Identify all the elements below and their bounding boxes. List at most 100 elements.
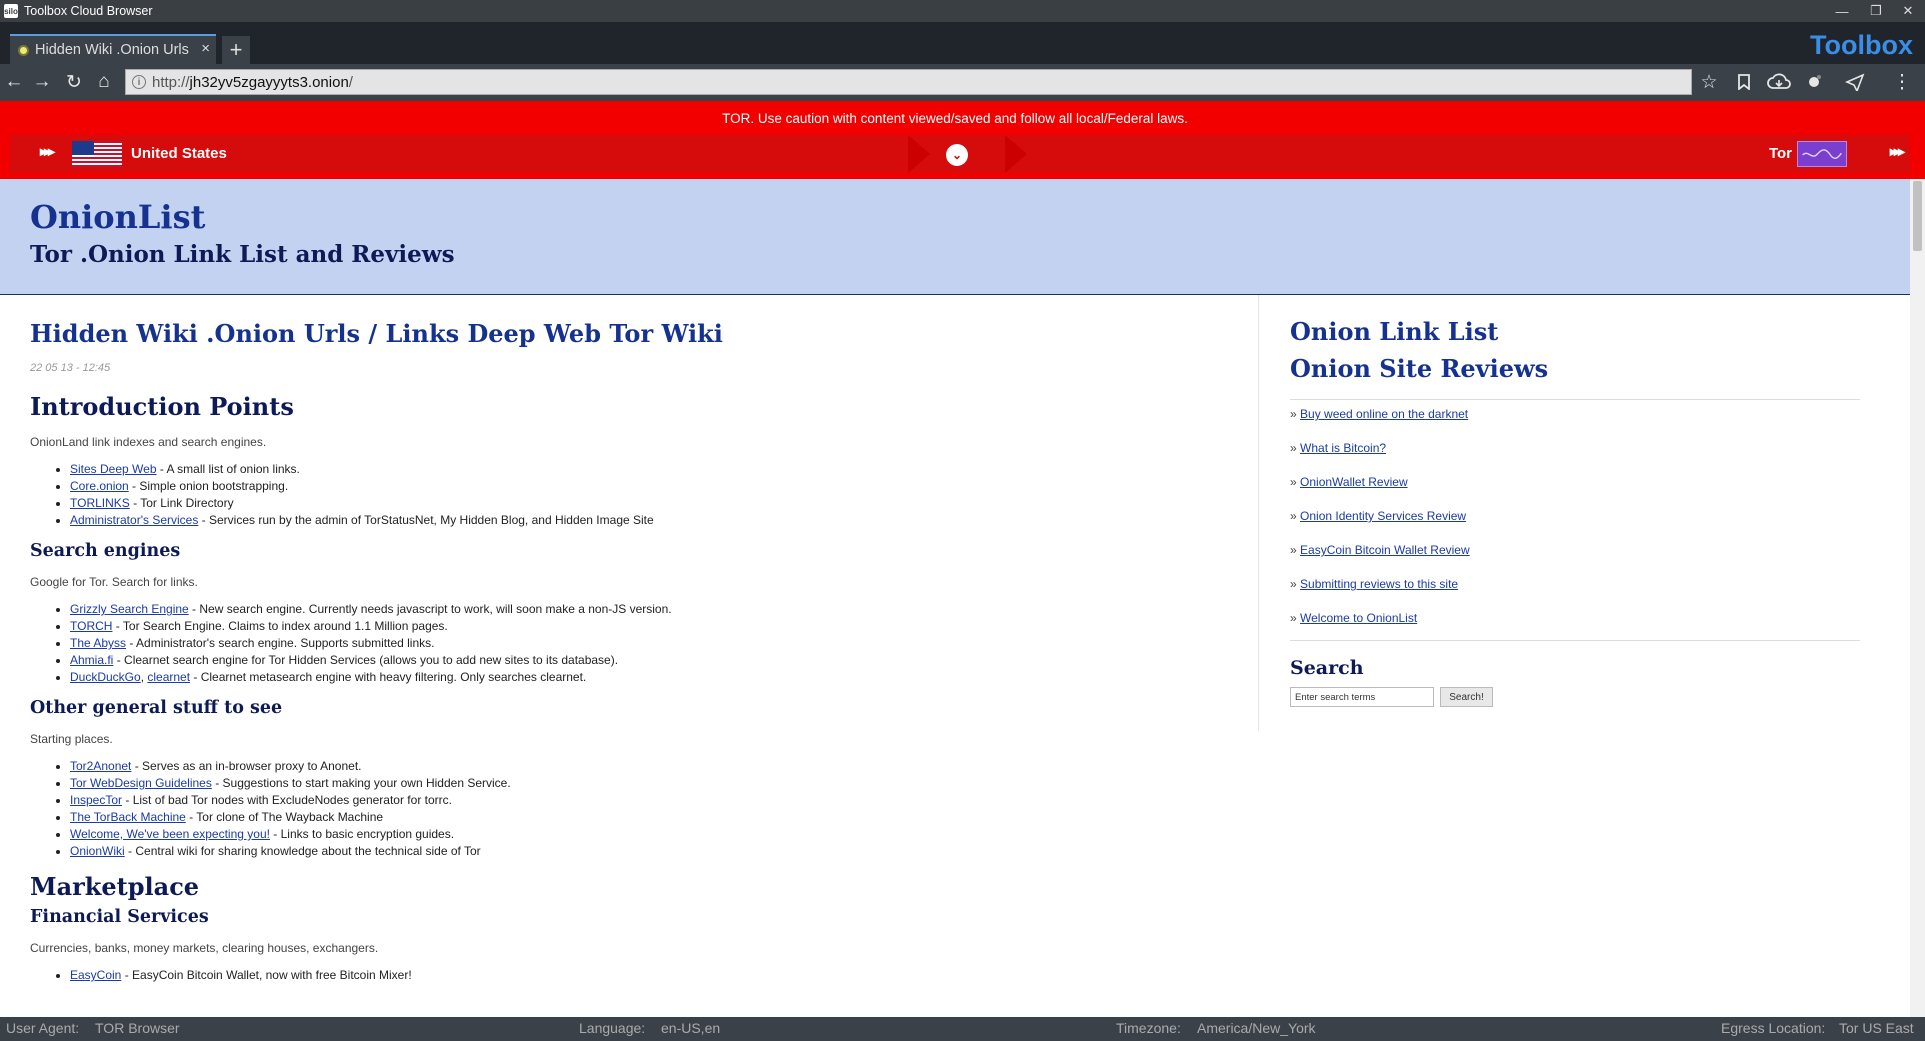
section-heading: Marketplace: [30, 872, 200, 901]
restore-button[interactable]: ❐: [1859, 0, 1893, 22]
sidebar-link[interactable]: Onion Identity Services Review: [1300, 509, 1466, 523]
list-item: Tor WebDesign Guidelines - Suggestions t…: [70, 775, 1250, 792]
address-bar[interactable]: i http:// jh32yv5zgayyyts3.onion /: [125, 69, 1692, 95]
tor-network-icon: [1797, 141, 1847, 167]
onion-link[interactable]: The Abyss: [70, 636, 126, 650]
link-description: - A small list of onion links.: [156, 462, 300, 476]
scrollbar-thumb[interactable]: [1913, 181, 1922, 251]
menu-icon[interactable]: ⋮: [1890, 70, 1914, 94]
sidebar-link[interactable]: Welcome to OnionList: [1300, 611, 1417, 625]
bullet: »: [1290, 407, 1301, 421]
list-item: Welcome, We've been expecting you! - Lin…: [70, 826, 1250, 843]
list-item: OnionWiki - Central wiki for sharing kno…: [70, 843, 1250, 860]
onion-link[interactable]: The TorBack Machine: [70, 810, 186, 824]
sidebar-title[interactable]: Onion Link List: [1290, 313, 1860, 350]
extension-icon[interactable]: [1803, 70, 1827, 94]
onion-link[interactable]: Core.onion: [70, 479, 129, 493]
onion-link[interactable]: TORCH: [70, 619, 112, 633]
location-dropdown-button[interactable]: ⌄: [946, 144, 968, 166]
close-window-button[interactable]: ✕: [1891, 0, 1925, 22]
onion-link[interactable]: Grizzly Search Engine: [70, 602, 189, 616]
section-description: Google for Tor. Search for links.: [30, 575, 198, 589]
search-input[interactable]: [1290, 687, 1434, 707]
link-description: - Links to basic encryption guides.: [269, 827, 455, 841]
article-title[interactable]: Hidden Wiki .Onion Urls / Links Deep Web…: [30, 319, 1250, 348]
sidebar-item: » Welcome to OnionList: [1290, 610, 1860, 644]
site-header: OnionList Tor .Onion Link List and Revie…: [0, 179, 1910, 295]
tab-favicon-icon: [18, 44, 29, 56]
section-heading: Other general stuff to see: [30, 698, 283, 718]
back-button[interactable]: ←: [2, 70, 26, 94]
search-button[interactable]: Search!: [1440, 687, 1493, 707]
bookmark-icon[interactable]: [1732, 70, 1756, 94]
minimize-button[interactable]: —: [1825, 0, 1859, 22]
share-icon[interactable]: [1843, 70, 1867, 94]
star-icon[interactable]: ☆: [1697, 70, 1721, 94]
sidebar-item: » Submitting reviews to this site: [1290, 576, 1860, 610]
cloud-download-icon[interactable]: [1767, 70, 1791, 94]
list-item: Ahmia.fi - Clearnet search engine for To…: [70, 652, 1250, 669]
link-description: - Simple onion bootstrapping.: [128, 479, 289, 493]
url-scheme: http://: [152, 73, 190, 91]
onion-link[interactable]: Tor2Anonet: [70, 759, 131, 773]
reload-button[interactable]: ↻: [62, 70, 86, 94]
url-path: /: [348, 73, 353, 91]
sidebar-link[interactable]: Submitting reviews to this site: [1300, 577, 1458, 591]
sidebar-link[interactable]: OnionWallet Review: [1300, 475, 1408, 489]
section-description: Starting places.: [30, 732, 113, 746]
onion-link[interactable]: Ahmia.fi: [70, 653, 113, 667]
onion-link[interactable]: Administrator's Services: [70, 513, 198, 527]
user-agent-value: TOR Browser: [95, 1020, 180, 1036]
bullet: »: [1290, 509, 1301, 523]
page-scrollbar[interactable]: [1910, 179, 1925, 1017]
link-list: EasyCoin - EasyCoin Bitcoin Wallet, now …: [70, 967, 1250, 984]
sidebar-link[interactable]: What is Bitcoin?: [1300, 441, 1386, 455]
onion-link[interactable]: InspecTor: [70, 793, 122, 807]
forward-button[interactable]: →: [30, 70, 54, 94]
link-list: Sites Deep Web - A small list of onion l…: [70, 461, 1250, 529]
link-description: - Suggestions to start making your own H…: [211, 776, 511, 790]
link-description: - Tor clone of The Wayback Machine: [185, 810, 384, 824]
onion-link[interactable]: Sites Deep Web: [70, 462, 157, 476]
onion-link[interactable]: DuckDuckGo: [70, 670, 141, 684]
onion-link[interactable]: OnionWiki: [70, 844, 125, 858]
app-icon: silo: [4, 4, 18, 18]
home-button[interactable]: ⌂: [92, 70, 116, 94]
close-tab-icon[interactable]: ×: [201, 40, 210, 57]
site-name[interactable]: OnionList: [30, 198, 205, 236]
onion-link[interactable]: Welcome, We've been expecting you!: [70, 827, 270, 841]
sidebar-link[interactable]: Buy weed online on the darknet: [1300, 407, 1468, 421]
new-tab-button[interactable]: +: [222, 36, 250, 64]
onion-link[interactable]: clearnet: [147, 670, 190, 684]
link-description: - New search engine. Currently needs jav…: [188, 602, 672, 616]
sidebar: Onion Link List Onion Site Reviews » Buy…: [1290, 295, 1860, 715]
onion-link[interactable]: Tor WebDesign Guidelines: [70, 776, 212, 790]
list-item: TORCH - Tor Search Engine. Claims to ind…: [70, 618, 1250, 635]
link-description: - Services run by the admin of TorStatus…: [198, 513, 654, 527]
list-item: Sites Deep Web - A small list of onion l…: [70, 461, 1250, 478]
link-list: Grizzly Search Engine - New search engin…: [70, 601, 1250, 686]
list-item: Tor2Anonet - Serves as an in-browser pro…: [70, 758, 1250, 775]
info-icon[interactable]: i: [132, 75, 146, 89]
section-heading: Introduction Points: [30, 392, 294, 421]
onion-link[interactable]: TORLINKS: [70, 496, 130, 510]
tor-banner: TOR. Use caution with content viewed/sav…: [0, 101, 1925, 179]
list-item: EasyCoin - EasyCoin Bitcoin Wallet, now …: [70, 967, 1250, 984]
us-flag-icon: [72, 141, 122, 167]
sidebar-item: » What is Bitcoin?: [1290, 440, 1860, 474]
tab-hidden-wiki[interactable]: Hidden Wiki .Onion Urls ×: [10, 34, 216, 64]
bullet: »: [1290, 611, 1301, 625]
link-description: - Administrator's search engine. Support…: [126, 636, 435, 650]
web-page: OnionList Tor .Onion Link List and Revie…: [0, 179, 1910, 1017]
search-form: Search!: [1290, 687, 1860, 715]
language-label: Language:: [579, 1020, 646, 1036]
section-description: OnionLand link indexes and search engine…: [30, 435, 267, 449]
column-divider: [1258, 295, 1259, 731]
sidebar-subtitle[interactable]: Onion Site Reviews: [1290, 350, 1860, 387]
sidebar-link[interactable]: EasyCoin Bitcoin Wallet Review: [1300, 543, 1470, 557]
caution-message: TOR. Use caution with content viewed/sav…: [722, 111, 1188, 126]
link-description: - Clearnet metasearch engine with heavy …: [190, 670, 587, 684]
list-item: Administrator's Services - Services run …: [70, 512, 1250, 529]
onion-link[interactable]: EasyCoin: [70, 968, 121, 982]
bullet: »: [1290, 441, 1301, 455]
